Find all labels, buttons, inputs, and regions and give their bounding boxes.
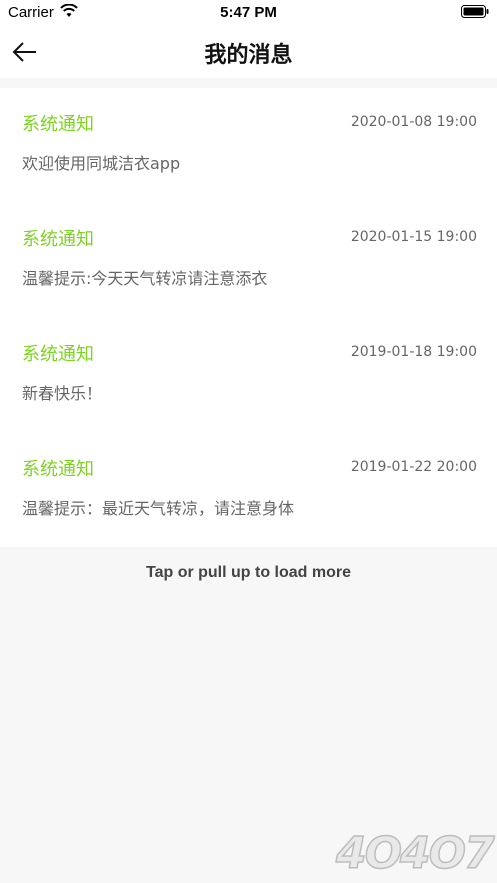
message-time: 2019-01-18 19:00 bbox=[350, 344, 477, 360]
message-item[interactable]: 系统通知 2019-01-22 20:00 温馨提示：最近天气转凉，请注意身体 bbox=[0, 433, 497, 548]
message-type: 系统通知 bbox=[22, 114, 94, 135]
message-type: 系统通知 bbox=[22, 344, 94, 365]
message-time: 2020-01-08 19:00 bbox=[350, 114, 477, 130]
battery-icon bbox=[461, 5, 489, 18]
message-body: 欢迎使用同城洁衣app bbox=[22, 154, 181, 173]
message-body: 温馨提示:今天天气转凉请注意添衣 bbox=[22, 269, 268, 288]
message-body: 新春快乐！ bbox=[22, 384, 103, 403]
message-type: 系统通知 bbox=[22, 459, 94, 480]
message-list: 系统通知 2020-01-08 19:00 欢迎使用同城洁衣app 系统通知 2… bbox=[0, 88, 497, 547]
load-more-button[interactable]: Tap or pull up to load more bbox=[0, 564, 497, 582]
message-time: 2020-01-15 19:00 bbox=[350, 229, 477, 245]
nav-bar: 我的消息 bbox=[0, 26, 497, 78]
message-item[interactable]: 系统通知 2020-01-15 19:00 温馨提示:今天天气转凉请注意添衣 bbox=[0, 203, 497, 318]
message-body: 温馨提示：最近天气转凉，请注意身体 bbox=[22, 499, 295, 518]
message-item[interactable]: 系统通知 2019-01-18 19:00 新春快乐！ bbox=[0, 318, 497, 433]
message-time: 2019-01-22 20:00 bbox=[350, 459, 477, 475]
status-bar: Carrier 5:47 PM bbox=[0, 0, 497, 26]
svg-text:4O4O7: 4O4O7 bbox=[335, 828, 495, 879]
message-type: 系统通知 bbox=[22, 229, 94, 250]
status-time: 5:47 PM bbox=[220, 4, 277, 21]
message-item[interactable]: 系统通知 2020-01-08 19:00 欢迎使用同城洁衣app bbox=[0, 88, 497, 203]
watermark-logo: 4O4O7 bbox=[334, 827, 497, 880]
page-title: 我的消息 bbox=[204, 43, 293, 68]
